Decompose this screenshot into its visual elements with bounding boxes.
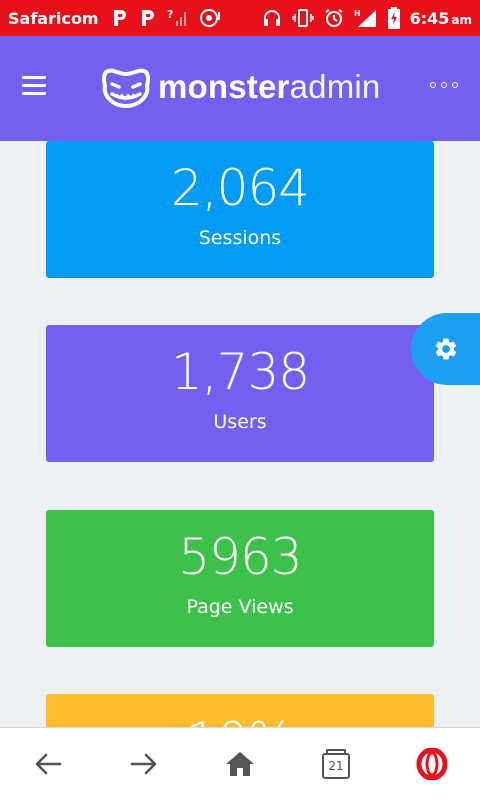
settings-button[interactable] xyxy=(411,313,480,385)
opera-menu-button[interactable] xyxy=(402,734,462,794)
stat-label: Users xyxy=(213,411,267,433)
home-button[interactable] xyxy=(210,734,270,794)
more-options-icon xyxy=(430,82,436,88)
svg-text:?: ? xyxy=(167,8,173,21)
home-icon xyxy=(226,752,254,776)
dashboard-content[interactable]: 2,064 Sessions 1,738 Users 5963 Page Vie… xyxy=(0,141,480,727)
arrow-right-icon xyxy=(130,753,157,775)
monster-logo-icon xyxy=(102,68,150,109)
brand-name-light: admin xyxy=(289,68,381,105)
vibrate-icon xyxy=(291,9,314,27)
forward-button[interactable] xyxy=(114,734,174,794)
clock-time: 6:45 xyxy=(409,8,450,28)
media-icon xyxy=(199,9,220,27)
tabs-button[interactable]: 21 xyxy=(306,734,366,794)
brand-logo[interactable]: monsteradmin xyxy=(100,64,381,110)
carrier-name: Safaricom xyxy=(8,8,99,28)
battery-charging-icon xyxy=(387,7,400,29)
stat-card-page-views[interactable]: 5963 Page Views xyxy=(46,510,434,647)
arrow-left-icon xyxy=(35,753,62,775)
tabs-icon: 21 xyxy=(322,749,350,779)
brand-name-bold: monster xyxy=(158,68,290,105)
back-button[interactable] xyxy=(18,734,78,794)
browser-bottom-nav: 21 xyxy=(0,727,480,800)
opera-icon xyxy=(416,748,448,780)
brand-name: monsteradmin xyxy=(158,68,381,106)
stat-value: 5963 xyxy=(178,528,302,586)
stat-label: Sessions xyxy=(198,227,282,249)
signal-icon: H xyxy=(354,9,376,27)
headset-icon xyxy=(263,10,280,26)
notification-icons: ? xyxy=(111,7,221,29)
notification-p-icon xyxy=(141,10,154,26)
stat-label: Page Views xyxy=(186,596,294,618)
hamburger-icon xyxy=(22,76,46,79)
app-bar: monsteradmin xyxy=(0,36,480,141)
stat-value: 1,738 xyxy=(170,343,310,401)
stat-value: 10% xyxy=(46,694,434,727)
stat-card-users[interactable]: 1,738 Users xyxy=(46,325,434,462)
tab-count: 21 xyxy=(328,759,344,773)
stat-value: 2,064 xyxy=(170,159,310,217)
menu-button[interactable] xyxy=(22,76,46,96)
notification-p-icon xyxy=(113,10,126,26)
stat-card-percent[interactable]: 10% xyxy=(46,694,434,727)
more-options-button[interactable] xyxy=(430,82,458,88)
system-icons: H 6:45 am xyxy=(262,7,472,29)
status-bar: Safaricom ? H 6:45 am xyxy=(0,0,480,36)
clock: 6:45 am xyxy=(410,9,472,28)
no-signal-icon: ? xyxy=(167,8,186,26)
alarm-icon xyxy=(325,9,343,27)
gear-icon xyxy=(435,338,457,360)
clock-ampm: am xyxy=(451,12,472,27)
svg-text:H: H xyxy=(354,9,361,18)
stat-card-sessions[interactable]: 2,064 Sessions xyxy=(46,141,434,278)
